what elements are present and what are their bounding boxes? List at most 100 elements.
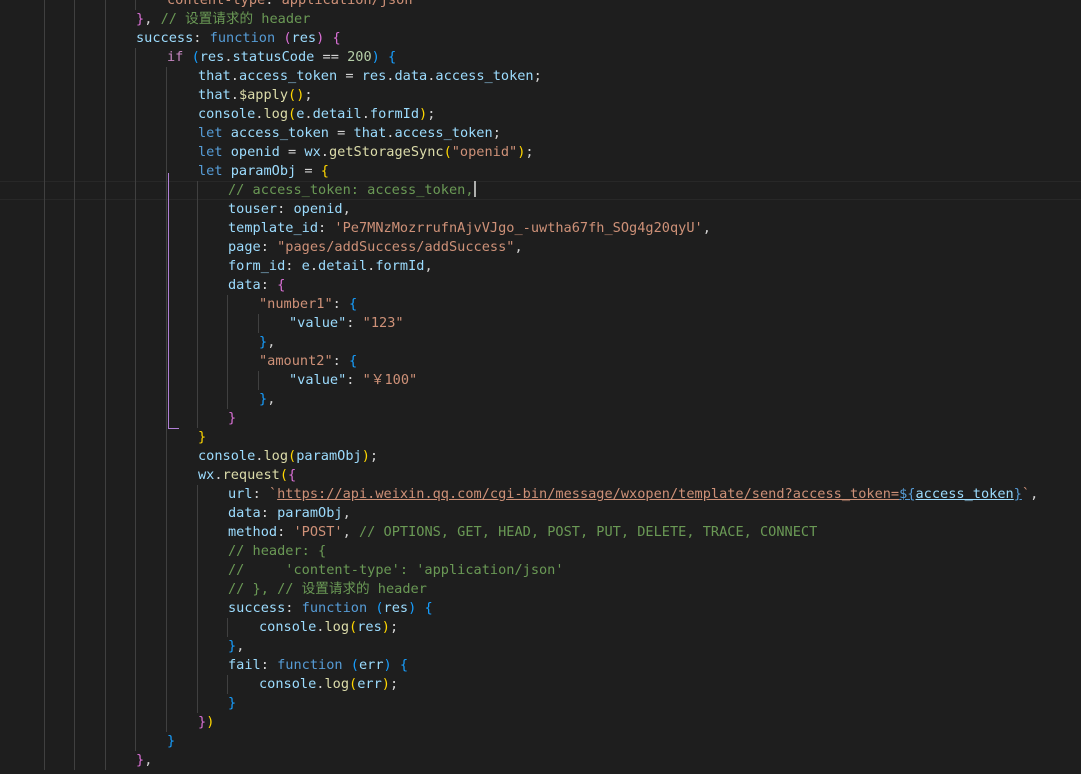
indent-guide — [44, 561, 45, 580]
indent-guide — [44, 67, 45, 86]
indent-guide — [166, 276, 167, 295]
code-line[interactable]: } — [0, 428, 1081, 447]
indent-guide — [197, 238, 198, 257]
code-token: access_token — [238, 68, 338, 84]
indent-guide — [166, 466, 167, 485]
code-token: ; — [525, 144, 534, 160]
indent-guide — [74, 48, 75, 67]
code-line[interactable]: // access_token: access_token, — [0, 181, 1081, 200]
code-token: data — [228, 277, 261, 293]
code-line[interactable]: }, — [0, 751, 1081, 770]
indent-guide — [135, 580, 136, 599]
code-token: let — [198, 125, 223, 141]
code-editor[interactable]: content-type: application/json}, // 设置请求… — [0, 0, 1081, 774]
code-line[interactable]: "value": "123" — [0, 314, 1081, 333]
code-token: : — [260, 505, 278, 521]
code-line[interactable]: let paramObj = { — [0, 162, 1081, 181]
code-line[interactable]: content-type: application/json — [0, 0, 1081, 10]
code-line[interactable]: that.access_token = res.data.access_toke… — [0, 67, 1081, 86]
code-line[interactable]: success: function (res) { — [0, 29, 1081, 48]
code-token: : — [285, 258, 302, 274]
code-lines[interactable]: content-type: application/json}, // 设置请求… — [0, 0, 1081, 770]
code-token: , — [236, 638, 245, 654]
code-line[interactable]: console.log(err); — [0, 675, 1081, 694]
code-token: res — [199, 49, 225, 65]
code-line[interactable]: // }, // 设置请求的 header — [0, 580, 1081, 599]
indent-guide — [74, 333, 75, 352]
indent-guide — [166, 675, 167, 694]
code-line[interactable]: touser: openid, — [0, 200, 1081, 219]
code-line[interactable]: page: "pages/addSuccess/addSuccess", — [0, 238, 1081, 257]
indent-guide — [166, 257, 167, 276]
code-line[interactable]: fail: function (err) { — [0, 656, 1081, 675]
code-line[interactable]: method: 'POST', // OPTIONS, GET, HEAD, P… — [0, 523, 1081, 542]
code-line[interactable]: success: function (res) { — [0, 599, 1081, 618]
code-token: err — [357, 676, 382, 692]
code-line[interactable]: let access_token = that.access_token; — [0, 124, 1081, 143]
code-line[interactable]: } — [0, 694, 1081, 713]
code-line[interactable]: console.log(res); — [0, 618, 1081, 637]
indent-guide — [105, 732, 106, 751]
code-text: // header: { — [228, 542, 326, 561]
indent-guide — [135, 713, 136, 732]
indent-guide — [166, 561, 167, 580]
indent-guide — [135, 694, 136, 713]
code-line[interactable]: } — [0, 409, 1081, 428]
code-line[interactable]: data: { — [0, 276, 1081, 295]
code-line[interactable]: that.$apply(); — [0, 86, 1081, 105]
code-line[interactable]: if (res.statusCode == 200) { — [0, 48, 1081, 67]
code-token: function — [209, 30, 276, 46]
code-text: }, // 设置请求的 header — [136, 10, 310, 29]
indent-guide — [105, 0, 106, 10]
indent-guide — [197, 504, 198, 523]
code-line[interactable]: }, — [0, 637, 1081, 656]
code-line[interactable]: template_id: 'Pe7MNzMozrrufnAjvVJgo_-uwt… — [0, 219, 1081, 238]
code-line[interactable]: }, — [0, 333, 1081, 352]
code-token: ) — [381, 676, 390, 692]
indent-guide — [166, 371, 167, 390]
indent-guide — [105, 580, 106, 599]
code-line[interactable]: wx.request({ — [0, 466, 1081, 485]
code-line[interactable]: }) — [0, 713, 1081, 732]
indent-guide — [105, 105, 106, 124]
code-line[interactable]: form_id: e.detail.formId, — [0, 257, 1081, 276]
indent-guide — [74, 257, 75, 276]
code-line[interactable]: "value": "￥100" — [0, 371, 1081, 390]
code-line[interactable]: "amount2": { — [0, 352, 1081, 371]
indent-guide — [44, 751, 45, 770]
code-line[interactable]: data: paramObj, — [0, 504, 1081, 523]
code-token: { — [349, 296, 358, 312]
indent-guide — [135, 428, 136, 447]
code-text: content-type: application/json — [167, 0, 413, 10]
code-token: . — [230, 68, 239, 84]
code-line[interactable]: // header: { — [0, 542, 1081, 561]
code-line[interactable]: console.log(e.detail.formId); — [0, 105, 1081, 124]
code-token: form_id — [228, 258, 286, 274]
code-token: template_id — [228, 220, 319, 236]
code-line[interactable]: // 'content-type': 'application/json' — [0, 561, 1081, 580]
code-line[interactable]: }, // 设置请求的 header — [0, 10, 1081, 29]
indent-guide — [135, 200, 136, 219]
indent-guide — [135, 257, 136, 276]
indent-guide — [74, 580, 75, 599]
code-token: page — [228, 239, 261, 255]
indent-guide — [74, 523, 75, 542]
code-token: ; — [389, 676, 399, 692]
indent-guide — [74, 409, 75, 428]
code-line[interactable]: let openid = wx.getStorageSync("openid")… — [0, 143, 1081, 162]
indent-guide — [166, 485, 167, 504]
code-token: , — [424, 258, 433, 274]
code-token: log — [324, 676, 350, 692]
code-line[interactable]: url: `https://api.weixin.qq.com/cgi-bin/… — [0, 485, 1081, 504]
code-token: "￥100" — [362, 372, 418, 388]
indent-guide — [135, 105, 136, 124]
code-token: ( — [288, 448, 297, 464]
code-line[interactable]: } — [0, 732, 1081, 751]
indent-guide — [105, 523, 106, 542]
code-line[interactable]: }, — [0, 390, 1081, 409]
code-line[interactable]: "number1": { — [0, 295, 1081, 314]
indent-guide — [74, 656, 75, 675]
code-line[interactable]: console.log(paramObj); — [0, 447, 1081, 466]
